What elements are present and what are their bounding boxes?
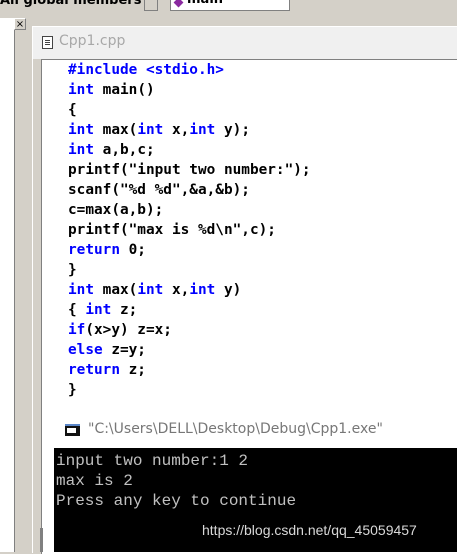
code-line[interactable]: } [68,260,311,280]
code-line[interactable]: int main() [68,80,311,100]
code-text: printf("input two number:"); [68,162,311,178]
console-title: "C:\Users\DELL\Desktop\Debug\Cpp1.exe" [88,421,383,437]
code-text: y); [215,122,250,138]
code-line[interactable]: if(x>y) z=x; [68,320,311,340]
code-text: z; [111,302,138,318]
code-text: { [68,302,86,318]
function-combo[interactable]: main [170,0,290,11]
scrollbar-edge [40,528,43,552]
editor-titlebar[interactable]: Cpp1.cpp [33,27,457,59]
code-keyword: else [68,342,103,358]
code-line[interactable]: int max(int x,int y) [68,280,311,300]
code-keyword: int [68,282,94,298]
console-line: Press any key to continue [56,492,297,510]
code-text: 0; [119,242,146,258]
workspace-tree[interactable] [0,18,15,552]
code-text: z=y; [102,342,146,358]
console-output: input two number:1 2 max is 2 Press any ke… [56,451,296,511]
scope-combo-dropdown-button[interactable] [144,0,158,11]
code-keyword: int [137,282,164,298]
code-text: x, [163,122,190,138]
code-text: } [68,382,77,398]
code-line[interactable]: printf("max is %d\n",c); [68,220,311,240]
code-line[interactable]: #include <stdio.h> [68,60,311,80]
code-keyword: int [68,122,94,138]
code-text: { [68,102,77,118]
code-text: (x>y) z=x; [85,322,172,338]
console-line: input two number:1 2 [56,452,249,470]
code-text: scanf("%d %d",&a,&b); [68,182,250,198]
code-text: max( [94,282,138,298]
code-text: max( [94,122,138,138]
code-keyword: int [85,302,112,318]
code-keyword: int [68,142,94,158]
code-line[interactable]: printf("input two number:"); [68,160,311,180]
code-line[interactable]: } [68,380,311,400]
code-line[interactable]: int max(int x,int y); [68,120,311,140]
code-keyword: return [68,362,120,378]
code-text: printf("max is %d\n",c); [68,222,276,238]
console-line: max is 2 [56,472,133,490]
workspace-pane: × [0,14,28,552]
close-icon[interactable]: × [14,18,26,30]
code-keyword: int [68,82,94,98]
code-line[interactable]: scanf("%d %d",&a,&b); [68,180,311,200]
code-text: z; [119,362,146,378]
toolbar-strip: All global members main [0,0,457,14]
editor-title: Cpp1.cpp [59,33,126,49]
code-line[interactable]: else z=y; [68,340,311,360]
code-text: x, [163,282,190,298]
code-keyword: int [189,122,216,138]
code-line[interactable]: return z; [68,360,311,380]
console-titlebar[interactable]: "C:\Users\DELL\Desktop\Debug\Cpp1.exe" [54,410,457,448]
document-icon [42,36,53,49]
function-diamond-icon [173,0,184,8]
code-text: c=max(a,b); [68,202,164,218]
console-icon [65,424,80,436]
function-combo-value: main [187,0,223,7]
code-keyword: int [137,122,164,138]
code-line[interactable]: { int z; [68,300,311,320]
code-keyword: int [189,282,216,298]
code-keyword: return [68,242,120,258]
code-keyword: if [68,322,86,338]
code-text: main() [94,82,155,98]
watermark: https://blog.csdn.net/qq_45059457 [202,522,417,538]
code-text: a,b,c; [94,142,155,158]
code-line[interactable]: return 0; [68,240,311,260]
code-text: y) [215,282,242,298]
code-keyword: #include <stdio.h> [68,62,224,78]
code-line[interactable]: c=max(a,b); [68,200,311,220]
source-code[interactable]: #include <stdio.h> int main(){int max(int… [68,60,311,400]
scope-combo-value[interactable]: All global members [0,0,141,8]
code-line[interactable]: { [68,100,311,120]
code-line[interactable]: int a,b,c; [68,140,311,160]
code-text: } [68,262,77,278]
